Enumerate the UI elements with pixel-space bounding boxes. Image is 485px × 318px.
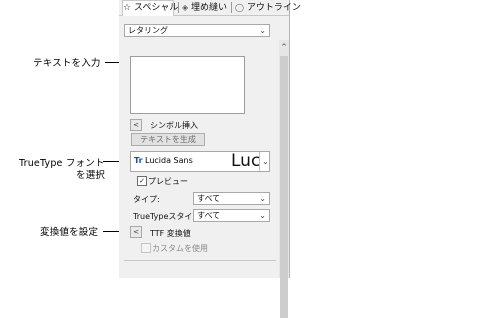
chevron-down-icon[interactable]: ⌄	[262, 157, 269, 166]
chevron-down-icon: ⌄	[259, 194, 266, 203]
tab-special[interactable]: ☆ スペシャル	[122, 0, 178, 16]
truetype-icon: Tr	[134, 156, 143, 165]
tab-separator	[231, 2, 232, 13]
panel-scrollbar[interactable]: ^	[279, 40, 289, 318]
chevron-down-icon: ⌄	[259, 211, 266, 220]
panel-border	[289, 0, 290, 278]
type-label: タイプ:	[133, 195, 160, 204]
text-input[interactable]	[130, 56, 245, 114]
tab-outline[interactable]: ◯ アウトライン	[235, 0, 301, 15]
type-dropdown[interactable]: すべて ⌄	[193, 192, 270, 205]
truetype-font-selector[interactable]: Tr Lucida Sans Luc ⌄	[130, 151, 270, 172]
type-value: すべて	[197, 194, 221, 203]
scroll-up-icon[interactable]: ^	[279, 42, 289, 52]
font-selector-divider	[259, 152, 260, 171]
symbol-insert-label: シンボル挿入	[150, 121, 198, 130]
font-name: Lucida Sans	[145, 156, 193, 165]
section-divider	[124, 260, 276, 261]
ttf-transform-expand-button[interactable]: <	[130, 226, 142, 238]
preview-checkbox[interactable]: ✓	[137, 176, 147, 186]
callout-set-transform: 変換値を設定	[40, 227, 99, 238]
scrollbar-thumb[interactable]	[280, 56, 288, 318]
tab-outline-label: アウトライン	[246, 3, 301, 13]
chevron-down-icon: ⌄	[259, 26, 266, 35]
fill-icon: ◈	[182, 3, 189, 12]
tab-fill[interactable]: ◈ 埋め縫い	[182, 0, 230, 15]
use-custom-checkbox[interactable]	[141, 243, 151, 253]
lettering-type-value: レタリング	[128, 26, 168, 35]
font-preview: Luc	[231, 151, 261, 171]
ttf-transform-label: TTF 変換値	[150, 229, 191, 238]
tab-separator	[178, 2, 179, 13]
tab-special-label: スペシャル	[133, 3, 179, 13]
generate-text-button[interactable]: テキストを生成	[131, 133, 205, 146]
callout-truetype-select: を選択	[76, 170, 106, 181]
truetype-style-dropdown[interactable]: すべて ⌄	[193, 209, 270, 222]
outline-icon: ◯	[235, 3, 244, 12]
star-icon: ☆	[123, 3, 132, 13]
truetype-style-value: すべて	[197, 211, 221, 220]
preview-label: プレビュー	[148, 177, 188, 186]
lettering-type-dropdown[interactable]: レタリング ⌄	[124, 24, 270, 37]
callout-enter-text: テキストを入力	[33, 58, 101, 69]
tab-fill-label: 埋め縫い	[191, 3, 228, 13]
symbol-insert-button[interactable]: <	[130, 119, 142, 131]
use-custom-label: カスタムを使用	[152, 244, 208, 253]
